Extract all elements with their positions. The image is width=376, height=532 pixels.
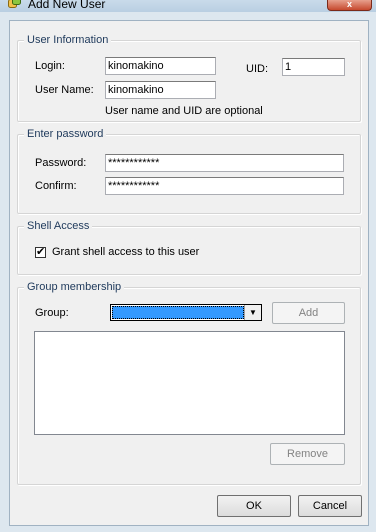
grant-shell-label[interactable]: Grant shell access to this user xyxy=(52,246,199,258)
remove-group-button[interactable]: Remove xyxy=(270,443,345,465)
optional-hint: User name and UID are optional xyxy=(105,105,263,117)
shell-access-legend: Shell Access xyxy=(24,220,93,232)
uid-field[interactable]: 1 xyxy=(282,58,345,76)
checkmark-icon: ✔ xyxy=(36,246,46,258)
password-label: Password: xyxy=(35,157,87,169)
username-field[interactable]: kinomakino xyxy=(105,81,216,99)
window-title: Add New User xyxy=(28,0,106,11)
login-field[interactable]: kinomakino xyxy=(105,57,216,75)
app-icon xyxy=(8,0,21,8)
user-information-group: User Information Login: kinomakino UID: … xyxy=(17,34,361,122)
close-button[interactable]: x xyxy=(327,0,372,11)
group-membership-group: Group membership Group: ▼ Add Remove xyxy=(17,281,361,485)
ok-button[interactable]: OK xyxy=(217,495,291,517)
add-new-user-window: Add New User x User Information Login: k… xyxy=(0,0,376,532)
confirm-field[interactable]: ************ xyxy=(105,177,344,195)
group-label: Group: xyxy=(35,307,69,319)
add-group-button[interactable]: Add xyxy=(272,302,345,324)
shell-access-group: Shell Access ✔ Grant shell access to thi… xyxy=(17,220,361,275)
password-legend: Enter password xyxy=(24,128,107,140)
dialog-body: User Information Login: kinomakino UID: … xyxy=(9,20,369,526)
group-membership-legend: Group membership xyxy=(24,281,125,293)
group-select-value xyxy=(112,306,244,319)
username-label: User Name: xyxy=(35,84,94,96)
title-bar[interactable]: Add New User x xyxy=(0,0,376,12)
password-group: Enter password Password: ************ Co… xyxy=(17,128,361,214)
group-select[interactable]: ▼ xyxy=(110,304,262,321)
group-list[interactable] xyxy=(34,331,345,435)
password-field[interactable]: ************ xyxy=(105,154,344,172)
login-label: Login: xyxy=(35,60,65,72)
grant-shell-checkbox[interactable]: ✔ xyxy=(35,247,46,258)
close-icon: x xyxy=(346,0,352,9)
uid-label: UID: xyxy=(246,63,268,75)
confirm-label: Confirm: xyxy=(35,180,77,192)
user-information-legend: User Information xyxy=(24,34,112,46)
cancel-button[interactable]: Cancel xyxy=(298,495,362,517)
dropdown-arrow-icon[interactable]: ▼ xyxy=(244,305,261,320)
